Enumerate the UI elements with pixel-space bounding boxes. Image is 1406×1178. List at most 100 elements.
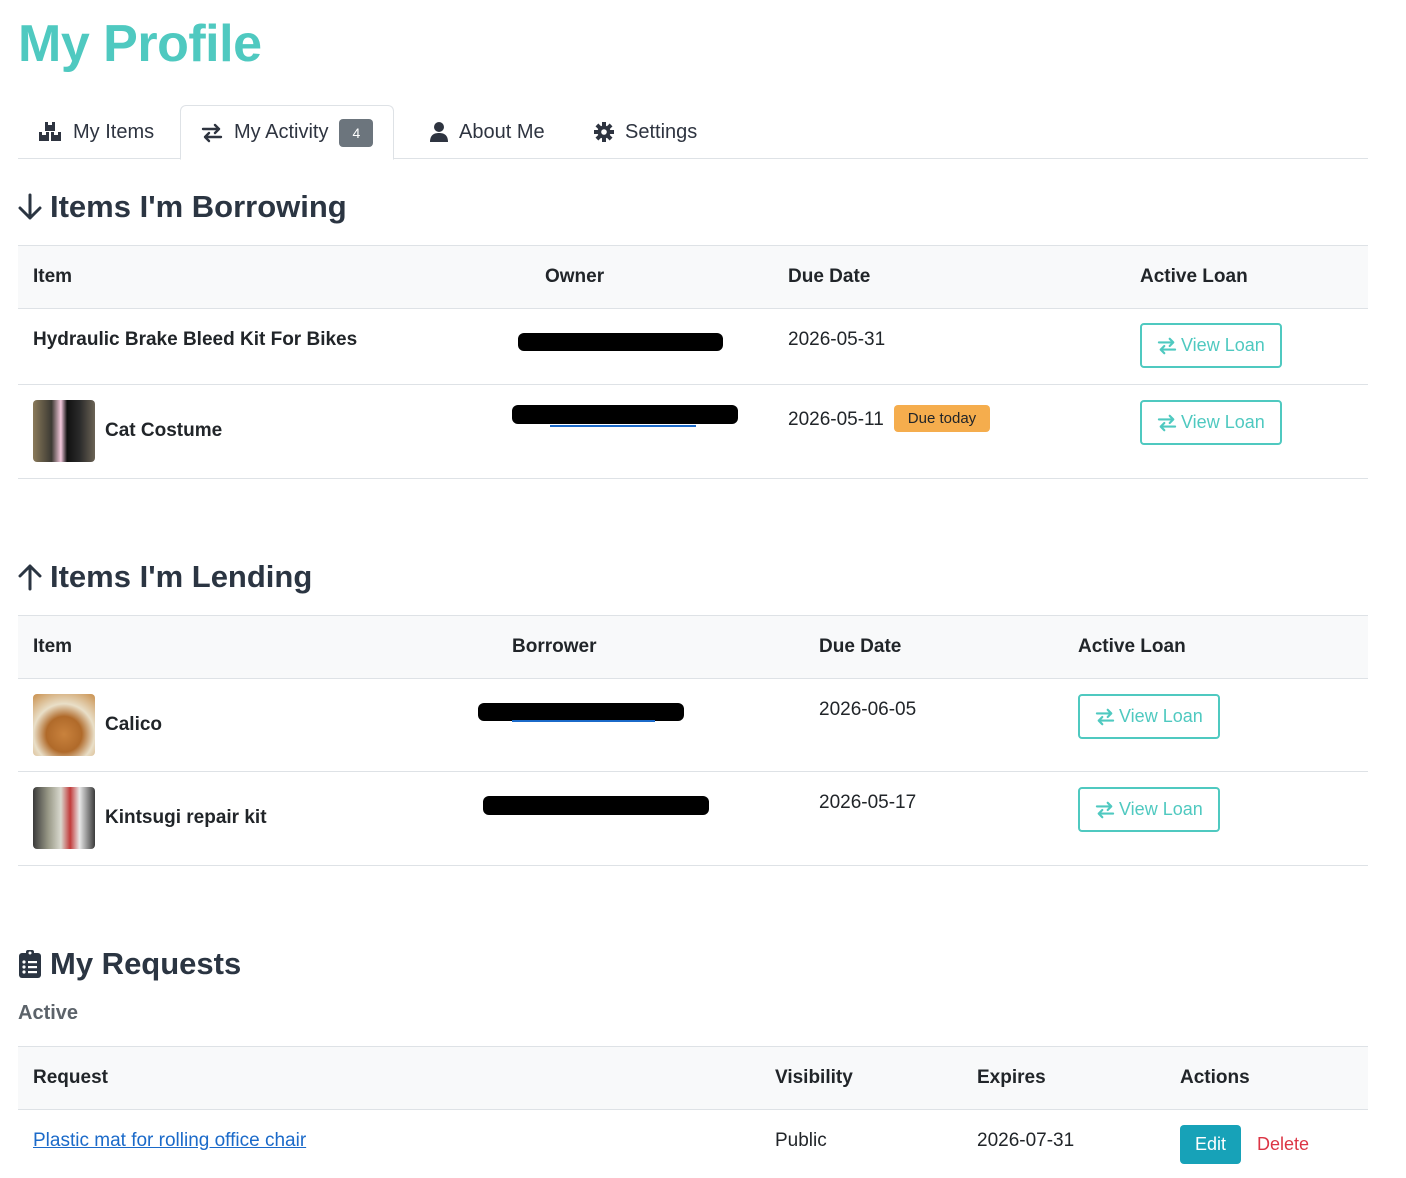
section-title-text: Items I'm Lending (50, 559, 313, 594)
tab-about-me[interactable]: About Me (410, 105, 565, 159)
tab-label: My Activity (234, 121, 329, 143)
view-loan-button[interactable]: View Loan (1078, 787, 1220, 832)
tab-settings[interactable]: Settings (574, 105, 717, 159)
active-requests-label: Active (18, 1002, 79, 1024)
table-row: Calico 2026-06-05 View Loan (18, 678, 1368, 772)
column-header-active-loan: Active Loan (1125, 245, 1368, 309)
item-name: Kintsugi repair kit (105, 807, 267, 828)
button-label: View Loan (1181, 412, 1265, 432)
due-date: 2026-06-05 (819, 699, 917, 720)
column-header-active-loan: Active Loan (1063, 615, 1368, 679)
arrow-up-icon (18, 564, 42, 591)
view-loan-button[interactable]: View Loan (1140, 400, 1282, 445)
due-date: 2026-05-11 (788, 409, 884, 430)
tab-label: About Me (459, 120, 545, 143)
due-date: 2026-05-31 (788, 329, 886, 350)
item-cell: Cat Costume (18, 384, 530, 479)
due-today-badge: Due today (893, 405, 991, 432)
borrowing-heading: Items I'm Borrowing (18, 189, 347, 225)
column-header-request: Request (18, 1046, 760, 1110)
requests-heading: My Requests (18, 946, 241, 982)
active-loan-cell: View Loan (1125, 308, 1368, 385)
exchange-icon (201, 123, 223, 142)
borrower-cell (478, 678, 804, 772)
page-title: My Profile (18, 15, 262, 73)
redacted-owner-name (518, 333, 723, 351)
item-name: Cat Costume (105, 420, 223, 441)
table-row: Cat Costume 2026-05-11 Due today View Loa… (18, 384, 1368, 479)
lending-heading: Items I'm Lending (18, 559, 312, 595)
column-header-visibility: Visibility (760, 1046, 962, 1110)
owner-link-underline[interactable] (550, 425, 696, 427)
item-thumbnail[interactable] (33, 694, 95, 756)
item-thumbnail[interactable] (33, 400, 95, 462)
exchange-icon (1095, 708, 1115, 725)
item-thumbnail[interactable] (33, 787, 95, 849)
user-icon (430, 122, 448, 142)
due-date-cell: 2026-05-31 (773, 308, 1125, 385)
table-header-row: Item Owner Due Date Active Loan (18, 245, 1368, 309)
view-loan-button[interactable]: View Loan (1140, 323, 1282, 368)
requests-table: Request Visibility Expires Actions Plast… (18, 1046, 1368, 1178)
column-header-borrower: Borrower (497, 615, 804, 679)
active-loan-cell: View Loan (1063, 678, 1368, 772)
due-date-cell: 2026-06-05 (804, 678, 1063, 772)
request-link[interactable]: Plastic mat for rolling office chair (33, 1130, 306, 1151)
section-title-text: Items I'm Borrowing (50, 189, 347, 224)
column-header-due-date: Due Date (804, 615, 1063, 679)
section-title-text: My Requests (50, 946, 242, 981)
table-row: Plastic mat for rolling office chair Pub… (18, 1110, 1368, 1178)
button-label: View Loan (1119, 706, 1203, 726)
profile-tabs: My Items My Activity 4 About Me Settings (18, 105, 1368, 160)
column-header-actions: Actions (1165, 1046, 1368, 1110)
boxes-icon (39, 122, 61, 141)
borrower-cell (483, 771, 804, 866)
due-date-cell: 2026-05-11 Due today (773, 384, 1125, 479)
edit-button[interactable]: Edit (1180, 1125, 1242, 1164)
item-cell: Calico (18, 678, 497, 772)
column-header-due-date: Due Date (773, 245, 1125, 309)
button-label: View Loan (1119, 799, 1203, 819)
borrower-link-underline[interactable] (512, 720, 655, 722)
item-name: Hydraulic Brake Bleed Kit For Bikes (33, 329, 358, 350)
expires-cell: 2026-07-31 (962, 1110, 1165, 1178)
table-row: Kintsugi repair kit 2026-05-17 View Loan (18, 771, 1368, 866)
active-loan-cell: View Loan (1063, 771, 1368, 866)
item-cell: Hydraulic Brake Bleed Kit For Bikes (18, 308, 530, 385)
exchange-icon (1095, 801, 1115, 818)
actions-cell: Edit Delete (1165, 1110, 1368, 1178)
visibility-value: Public (775, 1130, 827, 1151)
request-cell: Plastic mat for rolling office chair (18, 1110, 760, 1178)
table-header-row: Item Borrower Due Date Active Loan (18, 615, 1368, 679)
view-loan-button[interactable]: View Loan (1078, 694, 1220, 739)
table-header-row: Request Visibility Expires Actions (18, 1046, 1368, 1110)
item-cell: Kintsugi repair kit (18, 771, 497, 866)
lending-table: Item Borrower Due Date Active Loan Calic… (18, 615, 1368, 866)
column-header-label: Owner (545, 266, 605, 287)
redacted-owner-name (512, 405, 738, 424)
visibility-cell: Public (760, 1110, 962, 1178)
tab-my-items[interactable]: My Items (18, 105, 174, 159)
redacted-borrower-name (478, 703, 684, 721)
column-header-item: Item (18, 615, 497, 679)
expires-value: 2026-07-31 (977, 1130, 1075, 1151)
tab-my-activity[interactable]: My Activity 4 (180, 105, 395, 160)
delete-button[interactable]: Delete (1257, 1134, 1309, 1155)
button-label: View Loan (1181, 335, 1265, 355)
exchange-icon (1157, 337, 1177, 354)
due-date-cell: 2026-05-17 (804, 771, 1063, 866)
borrowing-table: Item Owner Due Date Active Loan Hydrauli… (18, 245, 1368, 479)
redacted-borrower-name (483, 796, 709, 815)
owner-cell (512, 384, 773, 479)
tab-label: Settings (625, 120, 698, 143)
due-date: 2026-05-17 (819, 792, 917, 813)
arrow-down-icon (18, 193, 42, 220)
item-name: Calico (105, 714, 163, 735)
active-loan-cell: View Loan (1125, 384, 1368, 479)
activity-count-badge: 4 (339, 118, 374, 147)
column-header-owner: Owner (530, 245, 773, 309)
exchange-icon (1157, 414, 1177, 431)
owner-cell (518, 308, 773, 385)
table-row: Hydraulic Brake Bleed Kit For Bikes 2026… (18, 308, 1368, 385)
column-header-item: Item (18, 245, 530, 309)
